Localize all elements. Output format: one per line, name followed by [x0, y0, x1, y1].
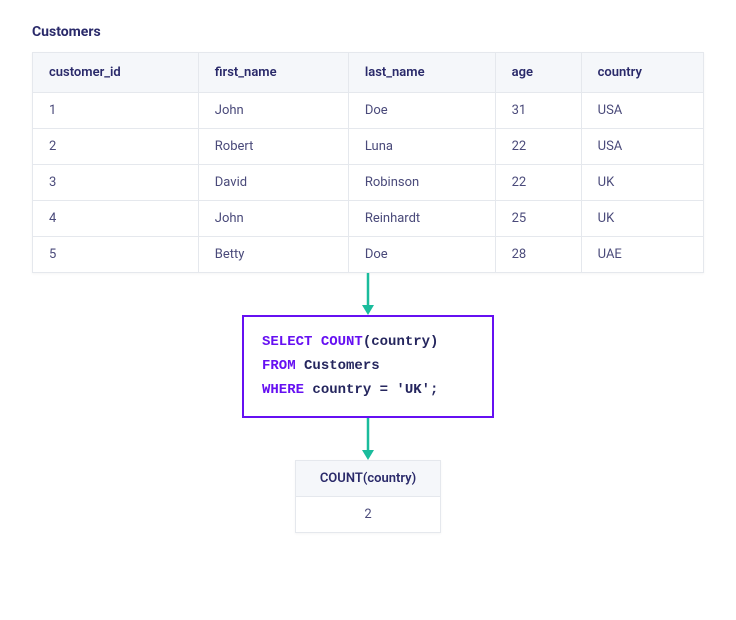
sql-keyword: SELECT — [262, 334, 312, 350]
cell: USA — [581, 129, 703, 165]
sql-column: (country) — [363, 334, 439, 350]
cell: 3 — [33, 165, 199, 201]
table-title: Customers — [32, 24, 704, 40]
table-header-row: customer_id first_name last_name age cou… — [33, 53, 704, 93]
cell: 5 — [33, 237, 199, 273]
table-row: 2 Robert Luna 22 USA — [33, 129, 704, 165]
cell: UK — [581, 201, 703, 237]
sql-query-block: SELECT COUNT(country) FROM Customers WHE… — [242, 315, 494, 418]
result-header: COUNT(country) — [295, 461, 440, 497]
col-header: last_name — [348, 53, 495, 93]
result-table: COUNT(country) 2 — [295, 460, 441, 533]
cell: 22 — [495, 129, 581, 165]
table-row: 3 David Robinson 22 UK — [33, 165, 704, 201]
customers-table: customer_id first_name last_name age cou… — [32, 52, 704, 273]
cell: Robert — [198, 129, 348, 165]
table-row: 1 John Doe 31 USA — [33, 93, 704, 129]
cell: Robinson — [348, 165, 495, 201]
col-header: age — [495, 53, 581, 93]
cell: Betty — [198, 237, 348, 273]
col-header: customer_id — [33, 53, 199, 93]
cell: Doe — [348, 237, 495, 273]
cell: Luna — [348, 129, 495, 165]
result-row: 2 — [295, 497, 440, 533]
cell: David — [198, 165, 348, 201]
result-header-row: COUNT(country) — [295, 461, 440, 497]
cell: 22 — [495, 165, 581, 201]
cell: 31 — [495, 93, 581, 129]
cell: 1 — [33, 93, 199, 129]
cell: 4 — [33, 201, 199, 237]
cell: 2 — [33, 129, 199, 165]
result-value: 2 — [295, 497, 440, 533]
cell: 28 — [495, 237, 581, 273]
cell: 25 — [495, 201, 581, 237]
col-header: country — [581, 53, 703, 93]
arrow-down-icon — [32, 273, 704, 315]
cell: UK — [581, 165, 703, 201]
table-row: 4 John Reinhardt 25 UK — [33, 201, 704, 237]
cell: UAE — [581, 237, 703, 273]
cell: Doe — [348, 93, 495, 129]
sql-condition: country = 'UK'; — [312, 382, 438, 398]
cell: John — [198, 93, 348, 129]
sql-function: COUNT — [321, 334, 363, 350]
sql-keyword: WHERE — [262, 382, 304, 398]
table-row: 5 Betty Doe 28 UAE — [33, 237, 704, 273]
sql-table: Customers — [304, 358, 380, 374]
arrow-down-icon — [32, 418, 704, 460]
cell: USA — [581, 93, 703, 129]
cell: John — [198, 201, 348, 237]
cell: Reinhardt — [348, 201, 495, 237]
sql-keyword: FROM — [262, 358, 296, 374]
col-header: first_name — [198, 53, 348, 93]
